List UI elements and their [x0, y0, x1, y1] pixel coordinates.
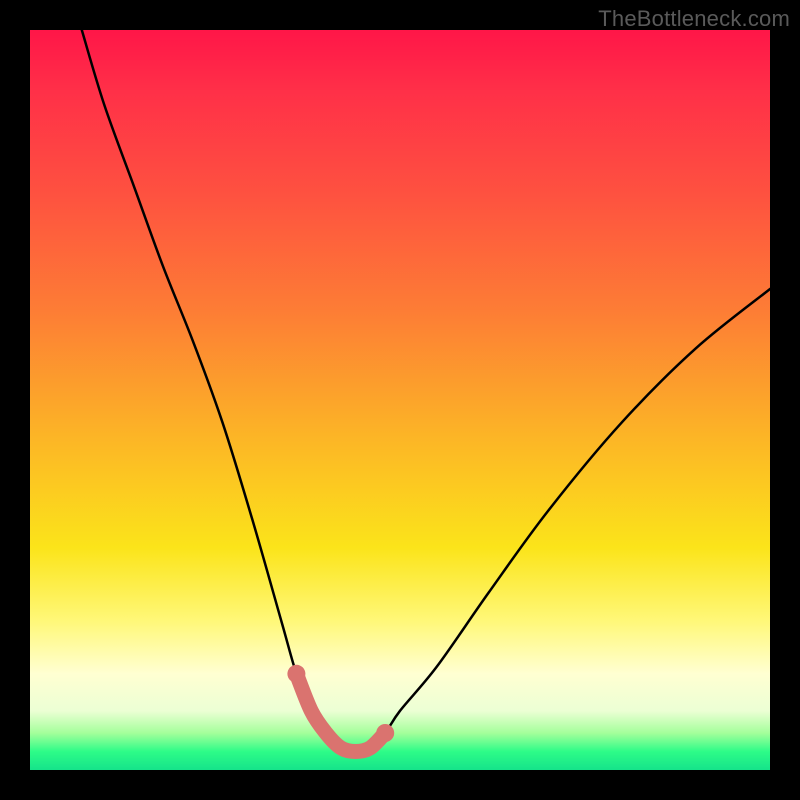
- bottleneck-curve: [82, 30, 770, 752]
- highlight-dot-end: [376, 724, 394, 742]
- curve-layer: [30, 30, 770, 770]
- watermark-text: TheBottleneck.com: [598, 6, 790, 32]
- chart-frame: TheBottleneck.com: [0, 0, 800, 800]
- highlight-segment: [296, 674, 385, 752]
- highlight-dot-start: [287, 665, 305, 683]
- plot-area: [30, 30, 770, 770]
